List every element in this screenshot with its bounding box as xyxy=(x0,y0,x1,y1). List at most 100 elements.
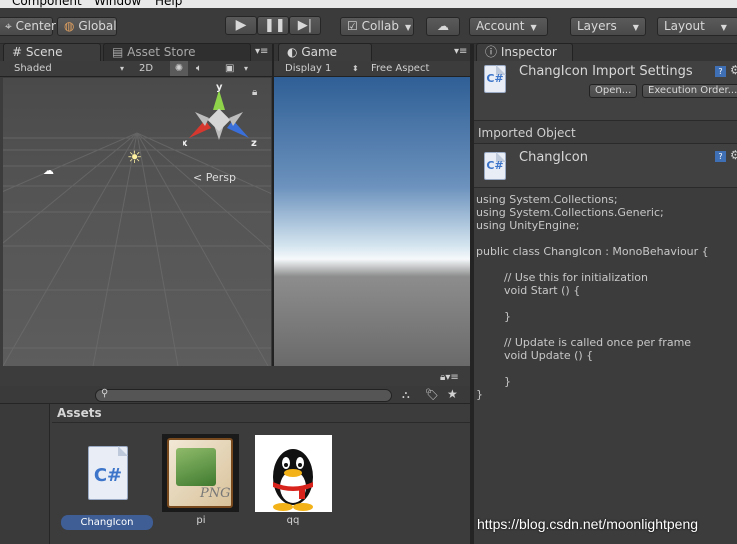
code-line: using System.Collections.Generic; xyxy=(476,206,664,219)
gizmo-x-label: x xyxy=(183,138,188,149)
lock-icon[interactable]: 🔒︎▾≡ xyxy=(440,372,459,383)
step-icon: ▶| xyxy=(297,18,313,33)
cloud-button[interactable]: ☁ xyxy=(426,17,460,36)
center-icon: ⌖ xyxy=(5,19,12,33)
imported-object-header: Imported Object xyxy=(478,126,576,140)
tab-game[interactable]: ◐ Game xyxy=(278,43,372,61)
scene-gizmo-icon[interactable]: y x z xyxy=(183,82,263,162)
gear-icon[interactable]: ⚙ xyxy=(730,63,737,77)
inspector-header: C# ChangIcon Import Settings ? ⚙ Open...… xyxy=(474,61,737,121)
code-line: } xyxy=(476,388,483,401)
panel-menu-icon[interactable]: ▾≡ xyxy=(454,46,467,57)
code-line: // Update is called once per frame xyxy=(476,336,692,349)
menu-bar: Component Window Help xyxy=(0,0,737,8)
chevron-down-icon: ▼ xyxy=(720,23,727,32)
lock-icon[interactable]: 🔒︎ xyxy=(252,87,257,98)
code-line: public class ChangIcon : MonoBehaviour { xyxy=(476,245,709,258)
search-input[interactable]: ⚲ xyxy=(95,388,392,402)
csharp-file-icon: C# xyxy=(88,446,128,500)
play-icon: ▶ xyxy=(235,17,247,33)
camera-icon[interactable]: ☁ xyxy=(43,164,54,177)
open-button[interactable]: Open... xyxy=(589,84,637,98)
menu-component[interactable]: Component xyxy=(12,0,82,8)
filter-type-icon[interactable]: ⛬ xyxy=(402,388,410,402)
sun-icon[interactable]: ☀ xyxy=(127,148,142,168)
chevron-down-icon: ▼ xyxy=(632,23,639,32)
tab-scene[interactable]: # Scene xyxy=(3,43,101,61)
inspector-title: ChangIcon Import Settings xyxy=(519,64,693,79)
info-icon: ⓘ xyxy=(485,45,498,59)
chevron-down-icon: ▾ xyxy=(120,64,125,73)
aspect-dropdown[interactable]: Free Aspect xyxy=(371,61,429,76)
asset-item[interactable]: PNG pi xyxy=(161,434,241,534)
menu-help[interactable]: Help xyxy=(155,0,182,8)
asset-item-label: qq xyxy=(286,515,300,526)
project-gap: 🔒︎▾≡ xyxy=(0,366,470,386)
chevron-down-icon: ▼ xyxy=(530,23,537,32)
effects-toggle-icon[interactable]: ▣ xyxy=(225,61,234,76)
code-line: void Update () { xyxy=(476,349,594,362)
store-icon: ▤ xyxy=(112,45,124,59)
asset-item[interactable]: C# ChangIcon xyxy=(61,434,155,534)
imported-object-row: C# ChangIcon ? ⚙ xyxy=(474,143,737,188)
assets-breadcrumb[interactable]: Assets xyxy=(57,406,102,420)
game-viewport[interactable] xyxy=(274,77,470,366)
pause-icon: ❚❚ xyxy=(264,18,286,33)
shading-mode-dropdown[interactable]: Shaded xyxy=(14,61,52,76)
play-button[interactable]: ▶ xyxy=(225,16,257,35)
tab-inspector[interactable]: ⓘ Inspector xyxy=(476,43,573,61)
display-dropdown[interactable]: Display 1 xyxy=(285,61,331,76)
divider xyxy=(52,422,470,423)
gear-icon[interactable]: ⚙ xyxy=(730,148,737,162)
search-icon: ⚲ xyxy=(101,388,109,399)
perspective-toggle[interactable]: < Persp xyxy=(193,171,236,184)
step-button[interactable]: ▶| xyxy=(289,16,321,35)
game-tabstrip: ◐ Game ▾≡ xyxy=(274,43,470,61)
pivot-global-button[interactable]: ◍ Global xyxy=(57,17,117,36)
lighting-toggle-icon[interactable]: ✺ xyxy=(170,61,188,76)
code-line: using System.Collections; xyxy=(476,193,618,206)
filter-label-icon[interactable]: 🏷︎ xyxy=(425,388,439,401)
main-toolbar: ⌖ Center ◍ Global ▶ ❚❚ ▶| ☑ Collab ▼ ☁ Ac… xyxy=(0,8,737,44)
layout-dropdown[interactable]: Layout ▼ xyxy=(657,17,737,36)
code-line: } xyxy=(476,375,511,388)
game-controlbar: Display 1 ⬍ Free Aspect xyxy=(274,61,470,77)
toggle-2d-button[interactable]: 2D xyxy=(139,61,153,76)
favorite-icon[interactable]: ★ xyxy=(447,387,458,401)
audio-toggle-icon[interactable]: 🔈︎ xyxy=(196,61,202,76)
qq-penguin-icon xyxy=(255,435,332,512)
project-grid: Assets C# ChangIcon PNG pi qq xyxy=(51,404,470,544)
gizmo-y-label: y xyxy=(216,82,223,93)
asset-item-label: ChangIcon xyxy=(61,515,153,530)
imported-object-name: ChangIcon xyxy=(519,150,588,165)
layers-dropdown[interactable]: Layers ▼ xyxy=(570,17,646,36)
chevron-down-icon: ▼ xyxy=(404,23,412,32)
asset-item[interactable]: qq xyxy=(253,434,333,534)
collab-dropdown[interactable]: ☑ Collab ▼ xyxy=(340,17,414,36)
execution-order-button[interactable]: Execution Order... xyxy=(642,84,737,98)
inspector-panel: C# ChangIcon Import Settings ? ⚙ Open...… xyxy=(474,61,737,544)
tab-asset-store[interactable]: ▤ Asset Store xyxy=(103,43,251,61)
help-icon[interactable]: ? xyxy=(715,151,726,162)
csharp-file-icon: C# xyxy=(484,152,506,180)
pause-button[interactable]: ❚❚ xyxy=(257,16,289,35)
gamepad-icon: ◐ xyxy=(287,45,298,59)
grid-icon: # xyxy=(12,45,23,59)
account-dropdown[interactable]: Account ▼ xyxy=(469,17,548,36)
project-toolbar: ⚲ ⛬ 🏷︎ ★ xyxy=(0,386,470,404)
scene-viewport[interactable]: y x z 🔒︎ < Persp ☀ ☁ xyxy=(3,78,271,366)
png-image-icon: PNG xyxy=(162,434,239,512)
panel-menu-icon[interactable]: ▾≡ xyxy=(255,46,268,57)
code-line: void Start () { xyxy=(476,284,581,297)
code-line: // Use this for initialization xyxy=(476,271,649,284)
globe-icon: ◍ xyxy=(64,19,75,33)
asset-item-label: pi xyxy=(196,515,206,526)
help-icon[interactable]: ? xyxy=(715,66,726,77)
menu-window[interactable]: Window xyxy=(94,0,141,8)
pivot-center-button[interactable]: ⌖ Center xyxy=(0,17,56,36)
project-tree xyxy=(0,404,50,544)
